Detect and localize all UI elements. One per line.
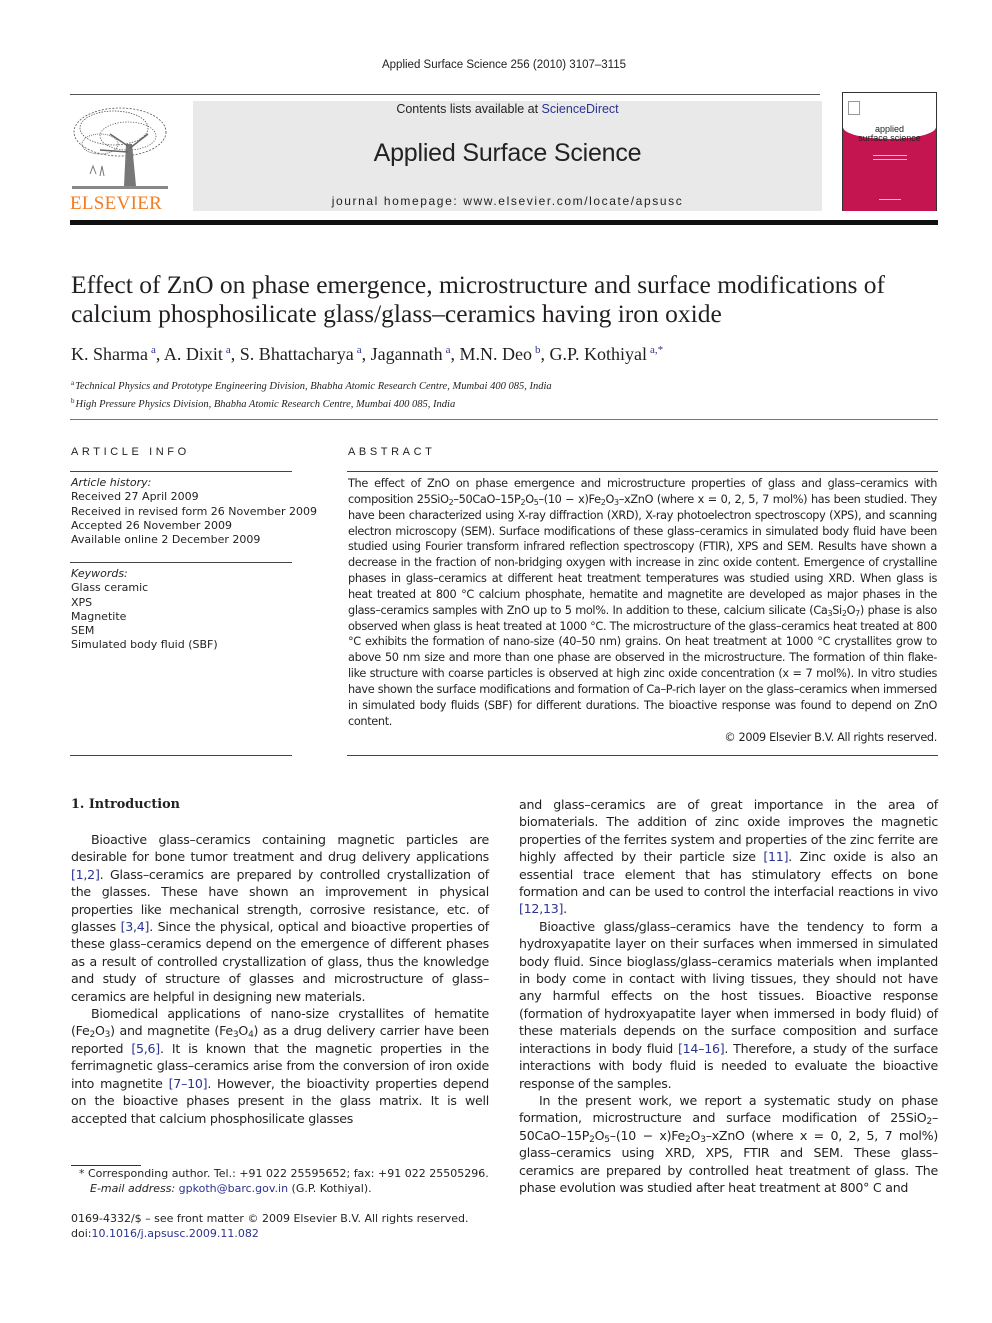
body-column-left: Bioactive glass–ceramics containing magn… — [71, 831, 489, 1127]
elsevier-logo[interactable]: ELSEVIER — [70, 104, 174, 214]
history-item: Received in revised form 26 November 200… — [71, 504, 318, 518]
affiliations: aTechnical Physics and Prototype Enginee… — [71, 376, 552, 412]
cover-publisher-icon — [848, 101, 860, 115]
author[interactable]: A. Dixit a — [164, 344, 231, 364]
journal-title: Applied Surface Science — [373, 139, 642, 167]
citation-link[interactable]: [3,4] — [121, 919, 150, 934]
journal-cover-thumbnail[interactable]: applied surface science — [842, 92, 937, 211]
issn-text: 0169-4332/$ – see front matter © 2009 El… — [71, 1212, 469, 1225]
article-info-heading: ARTICLE INFO — [71, 446, 190, 458]
abstract-copyright: © 2009 Elsevier B.V. All rights reserved… — [724, 730, 937, 744]
history-item: Available online 2 December 2009 — [71, 533, 261, 547]
affiliation: aTechnical Physics and Prototype Enginee… — [71, 379, 552, 392]
body-column-right: and glass–ceramics are of great importan… — [519, 796, 938, 1196]
author-list: K. Sharma a, A. Dixit a, S. Bhattacharya a,… — [71, 344, 664, 364]
cover-subtitle-line — [873, 155, 907, 156]
divider — [70, 471, 292, 472]
paragraph: and glass–ceramics are of great importan… — [519, 797, 938, 917]
paragraph: Bioactive glass/glass–ceramics have the … — [519, 918, 938, 1091]
divider — [70, 562, 292, 563]
article-title: Effect of ZnO on phase emergence, micros… — [71, 270, 886, 328]
history-label: Article history: — [71, 476, 152, 489]
keywords-label: Keywords: — [71, 567, 128, 580]
citation-link[interactable]: [1,2] — [71, 867, 100, 882]
keyword: Simulated body fluid (SBF) — [71, 638, 218, 652]
abstract-heading: ABSTRACT — [348, 446, 436, 458]
journal-homepage: journal homepage: www.elsevier.com/locat… — [193, 194, 822, 208]
paragraph: Biomedical applications of nano-size cry… — [71, 1006, 489, 1126]
cover-title-line2: surface science — [858, 133, 921, 143]
email-line: E-mail address: gpkoth@barc.gov.in (G.P.… — [90, 1181, 372, 1195]
author[interactable]: M.N. Deo b — [460, 344, 541, 364]
homepage-link[interactable]: www.elsevier.com/locate/apsusc — [463, 194, 683, 208]
section-divider — [70, 419, 938, 420]
author[interactable]: K. Sharma a — [71, 344, 156, 364]
author[interactable]: G.P. Kothiyal a,* — [550, 344, 664, 364]
divider — [347, 755, 938, 756]
keyword: Magnetite — [71, 609, 127, 623]
citation-link[interactable]: [14–16] — [678, 1041, 725, 1056]
citation-link[interactable]: [11] — [763, 849, 788, 864]
citation-link[interactable]: [12,13] — [519, 901, 563, 916]
history-item: Accepted 26 November 2009 — [71, 518, 232, 532]
history-item: Received 27 April 2009 — [71, 490, 199, 504]
citation-link[interactable]: [7–10] — [169, 1076, 208, 1091]
section-heading-introduction: 1. Introduction — [71, 797, 180, 812]
cover-title: applied surface science — [843, 125, 936, 143]
author[interactable]: S. Bhattacharya a — [240, 344, 362, 364]
sciencedirect-link[interactable]: ScienceDirect — [542, 102, 619, 116]
elsevier-wordmark: ELSEVIER — [70, 193, 163, 214]
homepage-label: journal homepage: — [331, 194, 464, 208]
keyword: XPS — [71, 595, 93, 609]
corresponding-author-text: * Corresponding author. Tel.: +91 022 25… — [79, 1167, 489, 1180]
footnote-rule — [71, 1165, 141, 1166]
elsevier-tree-icon — [72, 107, 168, 189]
keywords: Keywords: Glass ceramic XPS Magnetite SE… — [71, 567, 218, 653]
paragraph: Bioactive glass–ceramics containing magn… — [71, 832, 489, 1004]
affiliation: bHigh Pressure Physics Division, Bhabha … — [71, 397, 456, 410]
cover-subtitle-line — [873, 159, 907, 160]
header-rule — [70, 94, 820, 95]
divider — [70, 755, 292, 756]
keyword: SEM — [71, 624, 95, 638]
journal-citation: Applied Surface Science 256 (2010) 3107–… — [381, 59, 627, 71]
contents-line: Contents lists available at ScienceDirec… — [193, 102, 822, 116]
article-history: Article history: Received 27 April 2009 … — [71, 476, 317, 547]
front-matter-info: 0169-4332/$ – see front matter © 2009 El… — [71, 1212, 468, 1241]
corresponding-author-footnote: * Corresponding author. Tel.: +91 022 25… — [71, 1167, 491, 1196]
doi-link[interactable]: 10.1016/j.apsusc.2009.11.082 — [91, 1227, 258, 1240]
citation-link[interactable]: [5,6] — [131, 1041, 160, 1056]
divider — [347, 471, 938, 472]
journal-banner: Contents lists available at ScienceDirec… — [193, 101, 822, 211]
header-thick-rule — [70, 220, 938, 225]
keyword: Glass ceramic — [71, 581, 149, 595]
paragraph: In the present work, we report a systema… — [519, 1092, 938, 1195]
email-link[interactable]: gpkoth@barc.gov.in — [179, 1182, 288, 1195]
cover-publisher-line — [879, 199, 901, 200]
doi-line: doi:10.1016/j.apsusc.2009.11.082 — [71, 1226, 259, 1240]
abstract-text: The effect of ZnO on phase emergence and… — [348, 477, 938, 744]
contents-text: Contents lists available at — [396, 102, 542, 116]
author[interactable]: Jagannath a — [371, 344, 451, 364]
